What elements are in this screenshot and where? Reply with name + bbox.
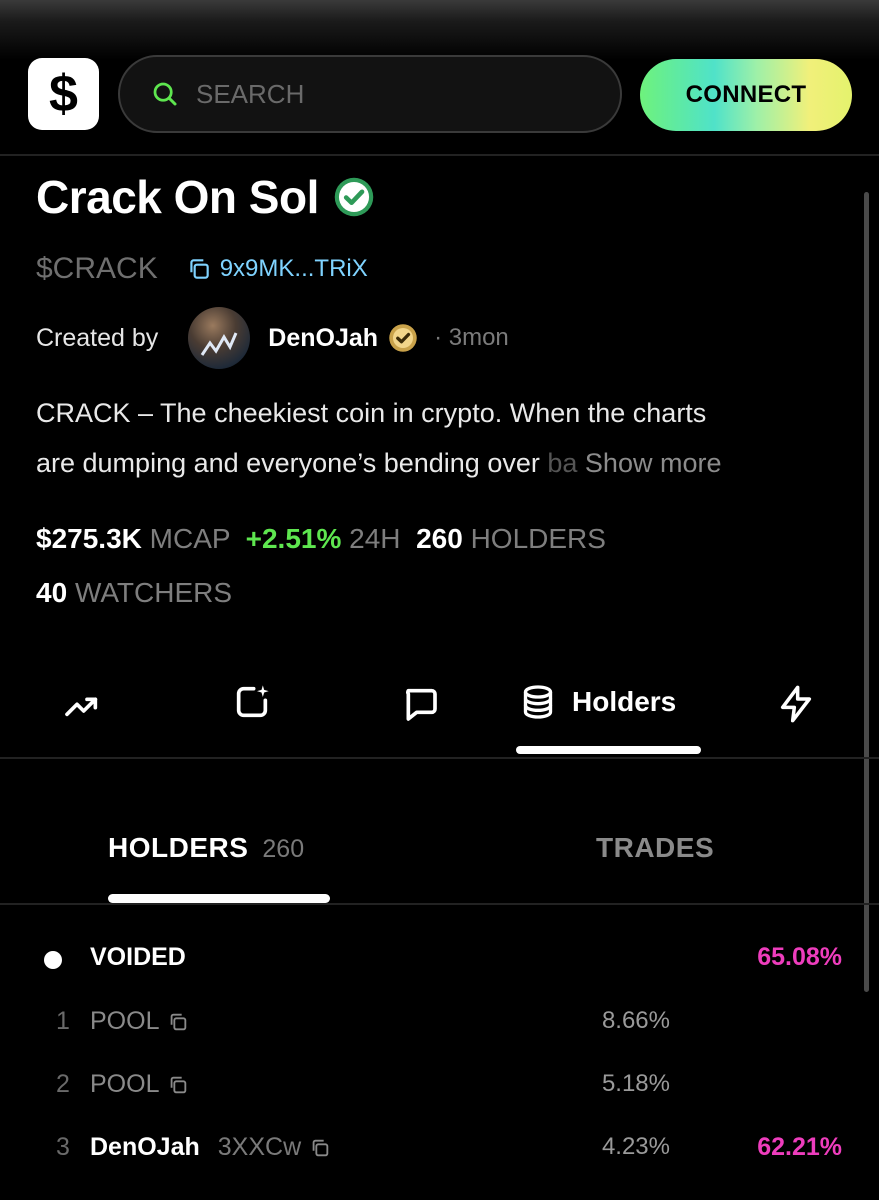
contract-address[interactable]: 9x9MK...TRiX — [220, 255, 368, 283]
token-description: CRACK – The cheekiest coin in crypto. Wh… — [36, 388, 856, 488]
bullet-dot — [44, 951, 62, 969]
subtab-holders[interactable]: HOLDERS 260 — [108, 832, 304, 864]
search-bar[interactable] — [118, 55, 622, 133]
description-line-2: are dumping and everyone’s bending over … — [36, 438, 856, 488]
connect-button[interactable]: CONNECT — [640, 59, 852, 131]
logo-dollar-symbol: $ — [49, 65, 78, 123]
copy-icon[interactable] — [309, 1137, 331, 1159]
holder-name: DenOJah 3XXCw — [90, 1133, 331, 1162]
subtab-holders-label: HOLDERS — [108, 832, 249, 863]
mcap-label: MCAP — [149, 523, 231, 554]
creator-row: Created by DenOJah · 3mon — [36, 306, 509, 370]
voided-label: VOIDED — [90, 943, 186, 971]
created-age: · 3mon — [434, 324, 509, 351]
tab-holders-label: Holders — [572, 686, 677, 717]
holders-value: 260 — [416, 523, 463, 554]
holder-name: POOL — [90, 1070, 189, 1099]
holder-rank: 1 — [56, 1007, 70, 1035]
copy-icon[interactable] — [167, 1074, 189, 1096]
token-tabs: Holders — [0, 670, 879, 760]
tabs-divider — [0, 757, 879, 759]
token-stats: $275.3K MCAP +2.51% 24H 260 HOLDERS 40 W… — [36, 512, 856, 620]
description-fade: ba — [547, 448, 578, 478]
token-title-row: Crack On Sol — [36, 170, 375, 224]
watchers-label: WATCHERS — [74, 577, 233, 608]
holder-row[interactable]: 2 POOL 5.18% — [0, 1062, 879, 1112]
holders-subtabs: HOLDERS 260 TRADES — [0, 820, 879, 908]
change-label: 24H — [349, 523, 401, 554]
holder-percent: 4.23% — [601, 1133, 670, 1160]
mcap-value: $275.3K — [36, 523, 142, 554]
creator-name[interactable]: DenOJah — [268, 324, 378, 353]
holder-rank: 2 — [56, 1070, 70, 1098]
created-by-label: Created by — [36, 323, 159, 352]
change-value: +2.51% — [245, 523, 342, 554]
holder-row[interactable]: 3 DenOJah 3XXCw 4.23% 62.21% — [0, 1125, 879, 1175]
stats-line-1: $275.3K MCAP +2.51% 24H 260 HOLDERS — [36, 512, 856, 566]
stats-line-2: 40 WATCHERS — [36, 566, 856, 620]
description-line-1: CRACK – The cheekiest coin in crypto. Wh… — [36, 398, 707, 428]
token-name: Crack On Sol — [36, 171, 319, 223]
sparkle-square-icon[interactable] — [232, 682, 272, 722]
header-divider — [0, 154, 879, 156]
show-more-link[interactable]: Show more — [585, 448, 722, 478]
tab-holders[interactable]: Holders — [518, 682, 676, 722]
voided-total: 65.08% — [757, 943, 842, 971]
holder-address: 3XXCw — [217, 1133, 302, 1161]
holder-percent: 5.18% — [601, 1070, 670, 1097]
holder-name-text: POOL — [90, 1070, 160, 1098]
holder-name: POOL — [90, 1007, 189, 1036]
app-screen: $ CONNECT Crack On Sol $CRACK 9x9MK...TR… — [0, 0, 879, 1200]
search-icon — [153, 82, 177, 106]
copy-icon[interactable] — [167, 1011, 189, 1033]
active-tab-indicator — [516, 746, 701, 754]
gold-verified-icon — [389, 324, 417, 352]
top-header: $ CONNECT — [0, 0, 879, 156]
chat-icon[interactable] — [400, 684, 440, 724]
subtabs-divider — [0, 903, 879, 905]
description-text: are dumping and everyone’s bending over — [36, 448, 548, 478]
verified-check-icon — [334, 177, 374, 217]
holder-running-total: 62.21% — [757, 1133, 842, 1161]
coins-stack-icon — [523, 685, 553, 719]
avatar-chart-icon — [201, 332, 238, 356]
search-input[interactable] — [196, 78, 576, 110]
subtab-holders-count: 260 — [262, 835, 305, 863]
copy-icon[interactable] — [186, 256, 212, 282]
trending-icon[interactable] — [62, 686, 102, 726]
holder-row-voided: VOIDED 65.08% — [0, 935, 879, 985]
creator-avatar[interactable] — [188, 307, 251, 369]
token-ticker: $CRACK — [36, 252, 158, 285]
subtab-trades[interactable]: TRADES — [596, 832, 714, 864]
holder-rank: 3 — [56, 1133, 70, 1161]
holder-name-text: POOL — [90, 1007, 160, 1035]
holder-row[interactable]: 1 POOL 8.66% — [0, 999, 879, 1049]
holders-label: HOLDERS — [470, 523, 606, 554]
watchers-value: 40 — [36, 577, 68, 608]
app-logo[interactable]: $ — [28, 58, 99, 130]
holder-percent: 8.66% — [601, 1007, 670, 1034]
holder-name-text: DenOJah — [90, 1133, 200, 1161]
subtab-active-indicator — [108, 894, 330, 903]
ticker-row: $CRACK 9x9MK...TRiX — [36, 252, 368, 286]
lightning-icon[interactable] — [776, 684, 816, 724]
